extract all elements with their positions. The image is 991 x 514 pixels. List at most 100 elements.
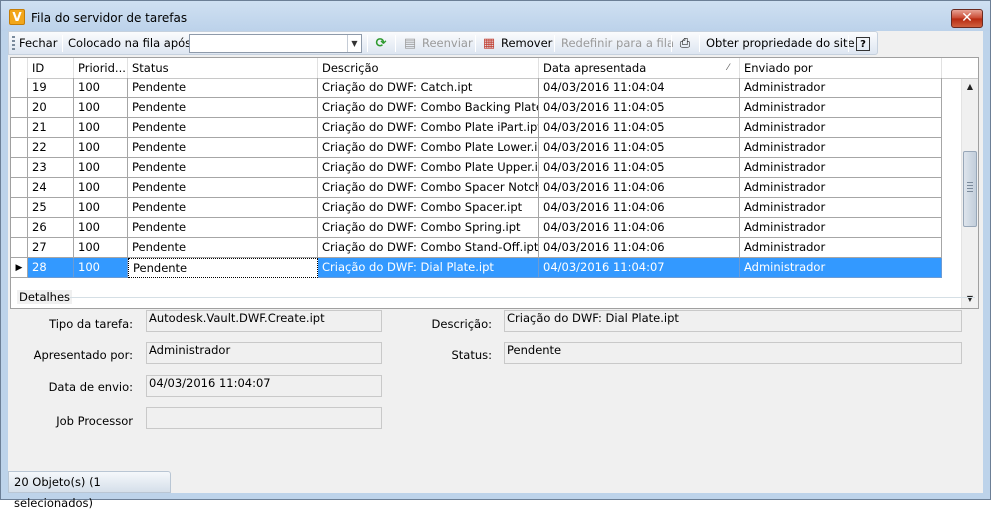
cell-priority[interactable]: 100: [74, 78, 128, 98]
cell-id[interactable]: 25: [28, 198, 74, 218]
cell-sender[interactable]: Administrador: [740, 138, 942, 158]
cell-sender[interactable]: Administrador: [740, 178, 942, 198]
row-header[interactable]: [11, 138, 28, 158]
column-header-status[interactable]: Status: [128, 58, 318, 79]
cell-status[interactable]: Pendente: [128, 98, 318, 118]
row-header[interactable]: [11, 98, 28, 118]
scroll-up-icon[interactable]: ▲: [962, 79, 978, 95]
row-header[interactable]: [11, 158, 28, 178]
cell-sender[interactable]: Administrador: [740, 238, 942, 258]
cell-id[interactable]: 28: [28, 258, 74, 278]
chevron-down-icon[interactable]: ▼: [347, 35, 361, 52]
cell-status[interactable]: Pendente: [128, 198, 318, 218]
cell-sender[interactable]: Administrador: [740, 118, 942, 138]
cell-status[interactable]: Pendente: [128, 118, 318, 138]
cell-description[interactable]: Criação do DWF: Combo Plate Upper.ipt: [318, 158, 539, 178]
cell-date[interactable]: 04/03/2016 11:04:06: [539, 238, 740, 258]
row-header[interactable]: [11, 118, 28, 138]
cell-date[interactable]: 04/03/2016 11:04:05: [539, 158, 740, 178]
table-row[interactable]: 21 100 Pendente Criação do DWF: Combo Plate…: [11, 118, 942, 138]
cell-description[interactable]: Criação do DWF: Combo Spacer.ipt: [318, 198, 539, 218]
cell-id[interactable]: 23: [28, 158, 74, 178]
column-header-sender[interactable]: Enviado por: [740, 58, 942, 79]
cell-id[interactable]: 27: [28, 238, 74, 258]
cell-priority[interactable]: 100: [74, 218, 128, 238]
table-row[interactable]: 26 100 Pendente Criação do DWF: Combo Sprin…: [11, 218, 942, 238]
cell-id[interactable]: 24: [28, 178, 74, 198]
remove-button[interactable]: Remover: [501, 36, 552, 50]
cell-date[interactable]: 04/03/2016 11:04:05: [539, 118, 740, 138]
cell-id[interactable]: 19: [28, 78, 74, 98]
cell-status[interactable]: Pendente: [128, 158, 318, 178]
site-properties-button[interactable]: Obter propriedade do site: [706, 36, 855, 50]
table-row[interactable]: 20 100 Pendente Criação do DWF: Combo Backi…: [11, 98, 942, 118]
queued-after-dropdown[interactable]: ▼: [189, 34, 362, 53]
cell-description[interactable]: Criação do DWF: Combo Plate iPart.ipt: [318, 118, 539, 138]
cell-date[interactable]: 04/03/2016 11:04:04: [539, 78, 740, 98]
column-header-priority[interactable]: Priorid...: [74, 58, 128, 79]
close-window-button[interactable]: ✕: [951, 9, 983, 28]
vertical-scrollbar[interactable]: ▲ ▼: [961, 79, 978, 308]
cell-sender[interactable]: Administrador: [740, 258, 942, 278]
cell-date[interactable]: 04/03/2016 11:04:06: [539, 198, 740, 218]
cell-status[interactable]: Pendente: [128, 238, 318, 258]
table-row[interactable]: 23 100 Pendente Criação do DWF: Combo Plate…: [11, 158, 942, 178]
cell-description[interactable]: Criação do DWF: Catch.ipt: [318, 78, 539, 98]
cell-status[interactable]: Pendente: [128, 78, 318, 98]
column-header-description[interactable]: Descrição: [318, 58, 539, 79]
cell-sender[interactable]: Administrador: [740, 218, 942, 238]
cell-id[interactable]: 21: [28, 118, 74, 138]
cell-priority[interactable]: 100: [74, 198, 128, 218]
scroll-thumb[interactable]: [963, 151, 977, 227]
cell-priority[interactable]: 100: [74, 138, 128, 158]
cell-description[interactable]: Criação do DWF: Combo Spring.ipt: [318, 218, 539, 238]
column-header-id[interactable]: ID: [28, 58, 74, 79]
table-row[interactable]: 24 100 Pendente Criação do DWF: Combo Space…: [11, 178, 942, 198]
row-header[interactable]: [11, 178, 28, 198]
cell-sender[interactable]: Administrador: [740, 198, 942, 218]
close-button[interactable]: Fechar: [19, 36, 57, 50]
cell-sender[interactable]: Administrador: [740, 78, 942, 98]
table-row[interactable]: ▶ 28 100 Pendente Criação do DWF: Dial Plate…: [11, 258, 942, 278]
cell-description[interactable]: Criação do DWF: Combo Spacer Notch...: [318, 178, 539, 198]
cell-priority[interactable]: 100: [74, 118, 128, 138]
help-icon[interactable]: ?: [856, 37, 870, 51]
cell-priority[interactable]: 100: [74, 98, 128, 118]
printer-icon[interactable]: ⎙: [677, 36, 693, 52]
cell-date[interactable]: 04/03/2016 11:04:05: [539, 98, 740, 118]
cell-priority[interactable]: 100: [74, 258, 128, 278]
row-header[interactable]: [11, 238, 28, 258]
row-header[interactable]: [11, 78, 28, 98]
current-row-arrow-icon[interactable]: ▶: [11, 258, 28, 278]
cell-priority[interactable]: 100: [74, 238, 128, 258]
cell-description[interactable]: Criação do DWF: Dial Plate.ipt: [318, 258, 539, 278]
cell-description[interactable]: Criação do DWF: Combo Plate Lower.ipt: [318, 138, 539, 158]
table-row[interactable]: 27 100 Pendente Criação do DWF: Combo Stand…: [11, 238, 942, 258]
cell-sender[interactable]: Administrador: [740, 98, 942, 118]
cell-date[interactable]: 04/03/2016 11:04:07: [539, 258, 740, 278]
cell-sender[interactable]: Administrador: [740, 158, 942, 178]
row-header[interactable]: [11, 218, 28, 238]
table-row[interactable]: 19 100 Pendente Criação do DWF: Catch.ipt 04…: [11, 78, 942, 98]
cell-id[interactable]: 20: [28, 98, 74, 118]
cell-date[interactable]: 04/03/2016 11:04:05: [539, 138, 740, 158]
cell-status[interactable]: Pendente: [128, 258, 318, 278]
table-row[interactable]: 22 100 Pendente Criação do DWF: Combo Plate…: [11, 138, 942, 158]
table-row[interactable]: 25 100 Pendente Criação do DWF: Combo Space…: [11, 198, 942, 218]
cell-status[interactable]: Pendente: [128, 218, 318, 238]
cell-description[interactable]: Criação do DWF: Combo Stand-Off.ipt: [318, 238, 539, 258]
cell-id[interactable]: 26: [28, 218, 74, 238]
cell-date[interactable]: 04/03/2016 11:04:06: [539, 178, 740, 198]
title-bar[interactable]: V Fila do servidor de tarefas ✕: [1, 1, 990, 31]
cell-description[interactable]: Criação do DWF: Combo Backing Plate...: [318, 98, 539, 118]
column-header-date[interactable]: Data apresentada ⁄: [539, 58, 740, 79]
cell-priority[interactable]: 100: [74, 158, 128, 178]
refresh-icon[interactable]: ⟳: [373, 36, 389, 52]
cell-priority[interactable]: 100: [74, 178, 128, 198]
toolbar-grip-icon[interactable]: [12, 36, 15, 51]
cell-status[interactable]: Pendente: [128, 138, 318, 158]
cell-date[interactable]: 04/03/2016 11:04:06: [539, 218, 740, 238]
cell-id[interactable]: 22: [28, 138, 74, 158]
cell-status[interactable]: Pendente: [128, 178, 318, 198]
row-header[interactable]: [11, 198, 28, 218]
